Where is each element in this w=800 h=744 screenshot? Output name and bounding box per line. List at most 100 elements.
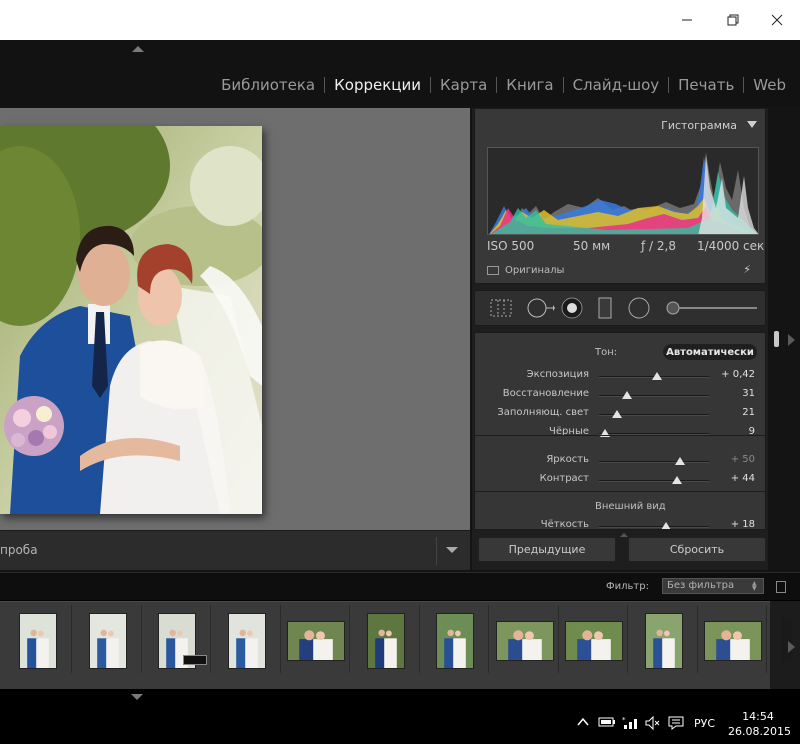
svg-text:*: * xyxy=(622,716,626,724)
workspace: проба Гистограмма ISO 500 50 мм ƒ / 2,8 … xyxy=(0,106,800,572)
slider-value[interactable]: + 0,42 xyxy=(721,369,755,380)
collapse-top-arrow-icon[interactable] xyxy=(132,46,144,52)
filmstrip-thumbnail[interactable] xyxy=(367,614,404,668)
filmstrip-scrollbar[interactable] xyxy=(782,617,792,661)
histogram-graph[interactable] xyxy=(487,147,759,235)
photo-preview-area[interactable] xyxy=(0,108,470,530)
filmstrip-cell[interactable] xyxy=(630,605,698,673)
minimize-icon[interactable] xyxy=(664,0,710,40)
soft-proof-label[interactable]: проба xyxy=(0,543,38,557)
close-icon[interactable] xyxy=(754,0,800,40)
filmstrip-cell[interactable] xyxy=(560,605,628,673)
spot-removal-tool-icon[interactable] xyxy=(525,297,555,323)
module-develop[interactable]: Коррекции xyxy=(325,76,430,94)
filmstrip-thumbnail[interactable] xyxy=(89,614,126,668)
crop-tool-icon[interactable] xyxy=(489,297,513,323)
clock-time: 14:54 xyxy=(742,710,774,723)
basic-panel: Тон: Автоматически Экспозиция + 0,42 Восст… xyxy=(474,332,766,530)
module-web[interactable]: Web xyxy=(744,76,786,94)
slider-thumb[interactable] xyxy=(611,410,622,418)
filmstrip-thumbnail[interactable] xyxy=(566,622,622,660)
slider-row: Чёткость + 18 xyxy=(475,517,765,529)
volume-muted-icon[interactable] xyxy=(644,715,660,735)
originals-toggle[interactable]: Оригиналы xyxy=(487,265,564,276)
slider-value[interactable]: 21 xyxy=(742,407,755,418)
reset-button[interactable]: Сбросить xyxy=(628,537,766,562)
slider-thumb[interactable] xyxy=(621,391,632,399)
section-divider xyxy=(475,491,765,492)
slider-value[interactable]: + 18 xyxy=(731,519,755,529)
filmstrip-cell[interactable] xyxy=(421,605,489,673)
slider-track[interactable] xyxy=(599,461,709,463)
slider-thumb[interactable] xyxy=(672,476,683,484)
soft-proof-toolbar: проба xyxy=(0,530,470,570)
red-eye-tool-icon[interactable] xyxy=(561,297,583,323)
slider-value[interactable]: + 44 xyxy=(731,473,755,484)
slider-row: Восстановление 31 xyxy=(475,386,765,405)
slider-row: Контраст + 44 xyxy=(475,471,765,490)
slider-track[interactable] xyxy=(599,480,709,482)
filmstrip-cell[interactable] xyxy=(74,605,142,673)
module-library[interactable]: Библиотека xyxy=(212,76,324,94)
filmstrip-cell[interactable] xyxy=(491,605,559,673)
filmstrip-cell[interactable] xyxy=(352,605,420,673)
slider-track[interactable] xyxy=(599,526,709,528)
network-icon[interactable]: * xyxy=(622,715,638,735)
main-photo xyxy=(0,126,262,514)
originals-checkbox[interactable] xyxy=(487,266,499,275)
module-slideshow[interactable]: Слайд-шоу xyxy=(564,76,669,94)
tone-section-label: Тон: xyxy=(595,347,618,358)
auto-tone-button[interactable]: Автоматически xyxy=(663,344,757,360)
notifications-icon[interactable] xyxy=(668,715,684,735)
filmstrip-cell[interactable] xyxy=(213,605,281,673)
filmstrip-cell[interactable] xyxy=(4,605,72,673)
filter-value: Без фильтра xyxy=(667,580,735,591)
filmstrip-thumbnail[interactable] xyxy=(228,614,265,668)
filmstrip-thumbnail[interactable] xyxy=(645,614,682,668)
slider-value[interactable]: + 50 xyxy=(731,454,755,465)
module-book[interactable]: Книга xyxy=(497,76,562,94)
filmstrip-thumbnail[interactable] xyxy=(496,622,553,660)
right-panel-scrollbar[interactable] xyxy=(768,329,786,529)
filmstrip-thumbnail[interactable] xyxy=(437,614,473,668)
slider-track[interactable] xyxy=(599,395,709,397)
filmstrip-cell[interactable] xyxy=(282,605,350,673)
slider-thumb[interactable] xyxy=(652,372,663,380)
clock[interactable]: 14:54 26.08.2015 xyxy=(728,709,791,739)
right-panel: Гистограмма ISO 500 50 мм ƒ / 2,8 1/4000… xyxy=(472,108,768,570)
slider-thumb[interactable] xyxy=(675,457,686,465)
histogram-title[interactable]: Гистограмма xyxy=(661,119,737,132)
filmstrip-thumbnail[interactable] xyxy=(288,622,344,660)
scrollbar-thumb[interactable] xyxy=(774,331,779,347)
filmstrip-cells xyxy=(0,601,770,689)
filmstrip-cell[interactable] xyxy=(699,605,767,673)
flash-icon: ⚡ xyxy=(743,263,751,276)
chevron-up-icon[interactable] xyxy=(576,715,590,733)
taskbar: * РУС 14:54 26.08.2015 xyxy=(0,705,800,744)
graduated-filter-tool-icon[interactable] xyxy=(597,297,613,323)
language-indicator[interactable]: РУС xyxy=(694,717,715,730)
slider-label: Экспозиция xyxy=(526,369,589,380)
histogram-collapse-icon[interactable] xyxy=(747,121,757,128)
battery-icon[interactable] xyxy=(598,715,616,733)
filmstrip-thumbnail[interactable] xyxy=(705,622,761,660)
slider-value[interactable]: 31 xyxy=(742,388,755,399)
filmstrip-thumbnail[interactable] xyxy=(20,614,56,668)
filmstrip-cell[interactable] xyxy=(143,605,211,673)
radial-filter-tool-icon[interactable] xyxy=(627,297,651,323)
exif-aperture: ƒ / 2,8 xyxy=(641,239,676,253)
filter-dropdown[interactable]: Без фильтра ▲ ▼ xyxy=(662,578,764,594)
collapse-right-arrow-icon[interactable] xyxy=(788,641,795,653)
slider-label: Контраст xyxy=(539,473,589,484)
collapse-right-arrow-icon[interactable] xyxy=(788,334,795,346)
adjustment-brush-tool-icon[interactable] xyxy=(665,297,759,323)
toolbar-options-chevron-icon[interactable] xyxy=(446,547,458,553)
slider-thumb[interactable] xyxy=(661,522,672,529)
filter-lock-icon[interactable] xyxy=(776,581,786,593)
previous-settings-button[interactable]: Предыдущие xyxy=(478,537,616,562)
module-print[interactable]: Печать xyxy=(669,76,743,94)
collapse-bottom-arrow-icon[interactable] xyxy=(131,694,143,700)
toolbar-separator xyxy=(436,537,437,565)
restore-icon[interactable] xyxy=(710,0,756,40)
module-map[interactable]: Карта xyxy=(431,76,496,94)
